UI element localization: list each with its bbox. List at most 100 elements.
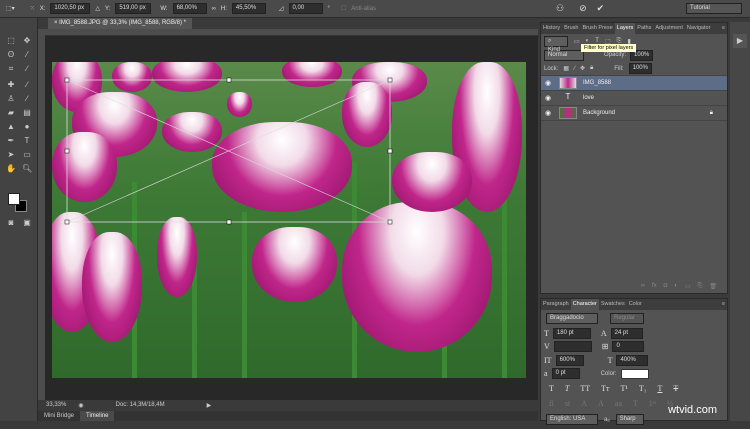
font-style-select[interactable]: Regular (610, 313, 644, 324)
layer-name[interactable]: love (583, 95, 594, 101)
visibility-eye-icon[interactable]: ◉ (541, 94, 555, 102)
tab-timeline[interactable]: Timeline (80, 411, 115, 421)
anti-alias-checkbox[interactable]: ☐ (341, 5, 346, 12)
free-transform-box[interactable] (52, 62, 526, 378)
kerning-field[interactable] (553, 341, 592, 352)
transform-tool-icon[interactable]: ⬚▾ (6, 5, 15, 12)
shape-tool-icon[interactable]: ▭ (22, 150, 32, 160)
panel-menu-icon[interactable]: ≡ (720, 23, 727, 34)
layer-name[interactable]: IMG_8588 (583, 80, 611, 86)
lock-position-icon[interactable]: ✥ (580, 65, 585, 72)
ordinals-button[interactable]: T (633, 399, 638, 408)
tab-brush[interactable]: Brush (562, 23, 580, 34)
tab-mini-bridge[interactable]: Mini Bridge (38, 411, 80, 421)
pixel-filter-icon[interactable]: ▭ (574, 38, 580, 45)
faux-italic-button[interactable]: T (565, 384, 569, 393)
delta-icon[interactable]: △ (95, 5, 100, 12)
eraser-icon[interactable]: ▰ (6, 108, 16, 118)
link-icon[interactable]: ∞ (212, 6, 216, 12)
commit-transform-icon[interactable]: ✔ (597, 3, 605, 14)
leading-field[interactable]: 24 pt (610, 328, 643, 339)
angle-field[interactable]: 0,00 (288, 3, 323, 14)
layer-row[interactable]: ◉ IMG_8588 (541, 76, 727, 91)
tulip-photo-canvas[interactable] (52, 62, 526, 378)
tab-character[interactable]: Character (570, 299, 599, 310)
link-layers-icon[interactable]: ∞ (641, 283, 645, 293)
vertical-scale-field[interactable]: 600% (555, 355, 584, 366)
gradient-icon[interactable]: ▤ (22, 108, 32, 118)
zoom-tool-icon[interactable]: 🔍︎ (22, 164, 32, 174)
type-tool-icon[interactable]: T (22, 136, 32, 146)
fill-field[interactable]: 100% (628, 63, 652, 74)
horizontal-scale-field[interactable]: 400% (616, 355, 649, 366)
blur-icon[interactable]: ▲ (6, 122, 16, 132)
tracking-field[interactable]: 0 (612, 341, 645, 352)
panel-menu-icon[interactable]: ≡ (720, 299, 727, 310)
eyedropper-icon[interactable]: ∕ (22, 64, 32, 74)
cancel-transform-icon[interactable]: ⊘ (579, 3, 587, 14)
adjustment-icon[interactable]: ◐ (674, 283, 678, 293)
status-menu-icon[interactable]: ◉ (78, 402, 83, 409)
status-arrow-icon[interactable]: ▶ (207, 402, 212, 409)
hand-tool-icon[interactable]: ✋ (6, 164, 16, 174)
tab-paths[interactable]: Paths (635, 23, 653, 34)
tab-navigator[interactable]: Navigator (685, 23, 713, 34)
x-field[interactable]: 1020,50 px (50, 3, 91, 14)
antialias-select[interactable]: Sharp (615, 414, 644, 425)
path-select-icon[interactable]: ➤ (6, 150, 16, 160)
fx-icon[interactable]: fx (652, 283, 657, 293)
tab-paragraph[interactable]: Paragraph (541, 299, 571, 310)
lock-all-icon[interactable]: 🔒︎ (590, 65, 593, 72)
new-layer-icon[interactable]: ⎘ (698, 283, 703, 293)
mask-icon[interactable]: ◘ (664, 283, 668, 293)
move-tool-icon[interactable]: ✥ (22, 36, 32, 46)
faux-bold-button[interactable]: T (549, 384, 554, 393)
superscript-button[interactable]: T¹ (621, 384, 628, 393)
clone-stamp-icon[interactable]: ♙ (6, 94, 16, 104)
screen-mode-icon[interactable]: ▣ (22, 218, 32, 228)
tab-adjustments[interactable]: Adjustment (653, 23, 685, 34)
tab-color[interactable]: Color (627, 299, 644, 310)
all-caps-button[interactable]: TT (580, 384, 590, 393)
healing-brush-icon[interactable]: ✚ (6, 80, 16, 90)
dodge-icon[interactable]: ● (22, 122, 32, 132)
lasso-tool-icon[interactable]: ʘ (6, 50, 16, 60)
small-caps-button[interactable]: Tт (601, 384, 609, 393)
zoom-level[interactable]: 33,33% (46, 402, 66, 408)
marquee-tool-icon[interactable]: ⬚ (6, 36, 16, 46)
delete-layer-icon[interactable]: 🗑︎ (709, 283, 717, 293)
group-icon[interactable]: ▭ (685, 283, 691, 293)
text-color-swatch[interactable] (620, 368, 649, 379)
layer-row[interactable]: ◉ Background 🔒︎ (541, 106, 727, 121)
layer-name[interactable]: Background (583, 110, 615, 116)
ordinal-button[interactable]: 1ˢᵗ (649, 399, 656, 408)
layer-row[interactable]: ◉ T love (541, 91, 727, 106)
width-field[interactable]: 68,00% (172, 3, 207, 14)
visibility-eye-icon[interactable]: ◉ (541, 109, 555, 117)
strikethrough-button[interactable]: T (673, 384, 678, 393)
height-field[interactable]: 45,50% (231, 3, 266, 14)
tab-brush-presets[interactable]: Brush Prese (581, 23, 615, 34)
tab-history[interactable]: History (541, 23, 562, 34)
ligatures-button[interactable]: fi (549, 399, 554, 408)
history-brush-icon[interactable]: ∕ (22, 94, 32, 104)
crop-tool-icon[interactable]: ⌗ (6, 64, 16, 74)
reference-point-icon[interactable]: ⁙ (30, 5, 35, 12)
font-size-field[interactable]: 180 pt (552, 328, 591, 339)
swash-button[interactable]: A (581, 399, 587, 408)
play-icon[interactable]: ▶ (733, 34, 747, 48)
lock-paint-icon[interactable]: ∕ (574, 66, 575, 72)
language-select[interactable]: English: USA (546, 414, 598, 425)
visibility-eye-icon[interactable]: ◉ (541, 79, 555, 87)
alt-ligatures-button[interactable]: st (565, 399, 570, 408)
filter-kind-select[interactable]: ⌕ Kind (544, 35, 568, 53)
font-family-select[interactable]: Braggadocio (546, 313, 598, 324)
puppet-warp-icon[interactable]: ⚇ (556, 3, 564, 14)
y-field[interactable]: 519,00 px (115, 3, 152, 14)
stylistic-button[interactable]: A (598, 399, 604, 408)
brush-tool-icon[interactable]: ∕ (22, 80, 32, 90)
tab-swatches[interactable]: Swatches (599, 299, 627, 310)
baseline-shift-field[interactable]: 0 pt (551, 368, 580, 379)
workspace-select[interactable]: Tutorial (686, 3, 742, 14)
subscript-button[interactable]: T₁ (639, 384, 647, 393)
